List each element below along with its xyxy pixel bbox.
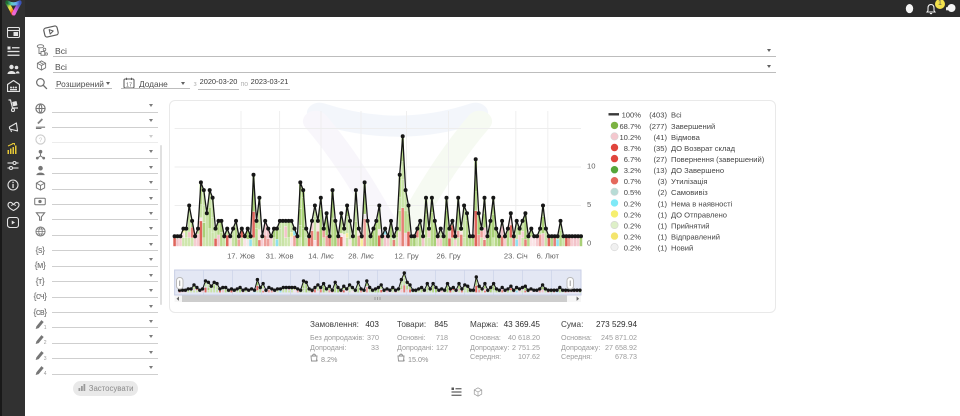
svg-text:28. Лис: 28. Лис: [348, 252, 374, 261]
svg-text:Прийнятий: Прийнятий: [671, 221, 709, 230]
svg-text:31. Жов: 31. Жов: [266, 252, 294, 261]
svg-text:(403): (403): [649, 111, 667, 120]
svg-text:Відправлений: Відправлений: [671, 233, 720, 242]
svg-text:0.2%: 0.2%: [624, 244, 642, 253]
svg-text:(1): (1): [658, 199, 668, 208]
svg-text:0.2%: 0.2%: [624, 221, 642, 230]
svg-text:Всі: Всі: [671, 111, 682, 120]
svg-text:100%: 100%: [622, 111, 642, 120]
svg-text:(41): (41): [653, 133, 667, 142]
svg-text:(1): (1): [658, 233, 668, 242]
svg-text:Новий: Новий: [671, 244, 693, 253]
svg-text:17. Жов: 17. Жов: [227, 252, 255, 261]
svg-text:(277): (277): [649, 122, 667, 131]
svg-text:6.7%: 6.7%: [624, 155, 642, 164]
svg-text:ДО Возврат склад: ДО Возврат склад: [671, 144, 736, 153]
svg-text:Самовивіз: Самовивіз: [671, 188, 708, 197]
svg-text:68.7%: 68.7%: [619, 122, 641, 131]
svg-text:(1): (1): [658, 210, 668, 219]
svg-text:ДО Завершено: ДО Завершено: [671, 166, 724, 175]
svg-text:0.2%: 0.2%: [624, 210, 642, 219]
svg-text:3.2%: 3.2%: [624, 166, 642, 175]
svg-text:x: x: [317, 359, 319, 363]
svg-text:8.7%: 8.7%: [624, 144, 642, 153]
svg-text:4: 4: [43, 371, 46, 376]
svg-text:?: ?: [38, 137, 42, 144]
svg-text:(27): (27): [653, 155, 667, 164]
svg-text:ДО Отправлено: ДО Отправлено: [671, 210, 727, 219]
svg-text:Утилізація: Утилізація: [671, 177, 708, 186]
svg-text:23. Січ: 23. Січ: [504, 252, 528, 261]
svg-text:0.5%: 0.5%: [624, 188, 642, 197]
svg-text:10.2%: 10.2%: [619, 133, 641, 142]
svg-text:12. Гру: 12. Гру: [394, 252, 418, 261]
svg-text:0.2%: 0.2%: [624, 199, 642, 208]
svg-text:14. Лис: 14. Лис: [308, 252, 334, 261]
svg-text:(3): (3): [658, 177, 668, 186]
svg-text:10: 10: [587, 162, 595, 171]
svg-text:5: 5: [587, 200, 591, 209]
svg-text:(13): (13): [653, 166, 667, 175]
svg-text:Відмова: Відмова: [671, 133, 701, 142]
svg-text:x: x: [404, 359, 406, 363]
svg-text:Завершений: Завершений: [671, 122, 715, 131]
svg-text:(1): (1): [658, 221, 668, 230]
svg-text:(1): (1): [658, 244, 668, 253]
svg-text:0.2%: 0.2%: [624, 233, 642, 242]
svg-text:Повернення (завершений): Повернення (завершений): [671, 155, 765, 164]
svg-text:0.7%: 0.7%: [624, 177, 642, 186]
svg-text:6. Лют: 6. Лют: [537, 252, 560, 261]
svg-text:(35): (35): [653, 144, 667, 153]
svg-text:(2): (2): [658, 188, 668, 197]
svg-text:26. Гру: 26. Гру: [436, 252, 460, 261]
svg-text:0: 0: [587, 239, 591, 248]
svg-text:Нема в наявності: Нема в наявності: [671, 199, 733, 208]
